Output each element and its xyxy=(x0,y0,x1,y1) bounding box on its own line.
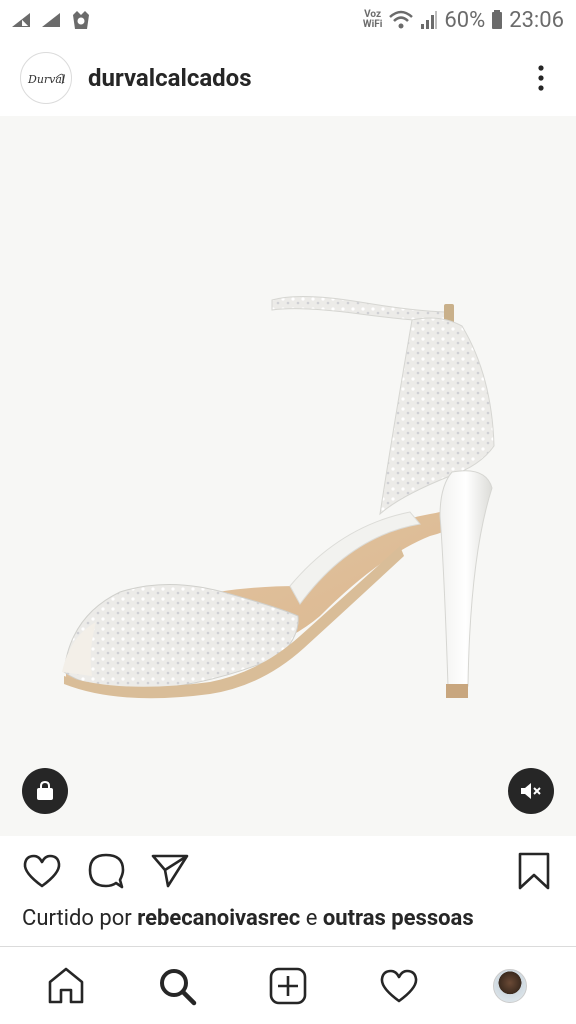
battery-percent: 60% xyxy=(444,7,486,33)
heart-icon xyxy=(380,969,418,1002)
battery-icon xyxy=(492,10,503,29)
bottom-navigation xyxy=(0,946,576,1024)
clock: 23:06 xyxy=(509,7,564,33)
shopping-bag-icon xyxy=(37,780,53,800)
liked-by-user[interactable]: rebecanoivasrec xyxy=(137,906,300,931)
nav-new-post[interactable] xyxy=(258,956,318,1016)
svg-text:◣: ◣ xyxy=(22,18,29,27)
heart-icon xyxy=(23,854,61,888)
signal-notification-icon xyxy=(42,13,60,27)
liked-by-others[interactable]: outras pessoas xyxy=(323,906,474,931)
bridal-sandal-photo xyxy=(62,295,495,699)
post-header: Durval durvalcalcados xyxy=(0,40,576,116)
shopping-bag-button[interactable] xyxy=(22,768,68,814)
likes-prefix: Curtido por xyxy=(22,906,138,931)
more-options-icon[interactable] xyxy=(526,58,556,98)
likes-mid: e xyxy=(300,906,323,931)
cell-signal-icon xyxy=(421,11,438,29)
save-button[interactable] xyxy=(512,849,556,893)
share-button[interactable] xyxy=(148,849,192,893)
durval-logo: Durval xyxy=(27,73,66,86)
mute-button[interactable] xyxy=(508,768,554,814)
likes-summary[interactable]: Curtido por rebecanoivasrec e outras pes… xyxy=(22,906,562,940)
signal-notification-icon: ◣ xyxy=(12,13,30,27)
comment-button[interactable] xyxy=(84,849,128,893)
account-avatar[interactable]: Durval xyxy=(20,52,72,104)
like-button[interactable] xyxy=(20,849,64,893)
notification-icons: ◣ xyxy=(10,10,92,30)
speaker-muted-icon xyxy=(521,783,541,799)
post-username[interactable]: durvalcalcados xyxy=(88,64,526,92)
nav-search[interactable] xyxy=(147,956,207,1016)
status-right: Voz WiFi 60% 23:06 xyxy=(363,8,564,33)
nav-home[interactable] xyxy=(36,956,96,1016)
comment-icon xyxy=(88,853,125,889)
post-actions xyxy=(0,836,576,906)
post-image[interactable] xyxy=(0,116,576,836)
nav-profile[interactable] xyxy=(480,956,540,1016)
search-icon xyxy=(159,968,197,1005)
profile-avatar xyxy=(493,968,528,1003)
bookmark-icon xyxy=(518,852,550,890)
status-bar: ◣ Voz WiFi 60% 23:06 xyxy=(0,0,576,40)
nav-activity[interactable] xyxy=(369,956,429,1016)
send-icon xyxy=(151,854,189,888)
add-post-icon xyxy=(269,967,307,1004)
home-icon xyxy=(48,967,83,1003)
wifi-icon xyxy=(389,10,414,29)
voz-wifi-label: Voz WiFi xyxy=(362,9,383,30)
gallery-notification-icon xyxy=(73,11,89,29)
